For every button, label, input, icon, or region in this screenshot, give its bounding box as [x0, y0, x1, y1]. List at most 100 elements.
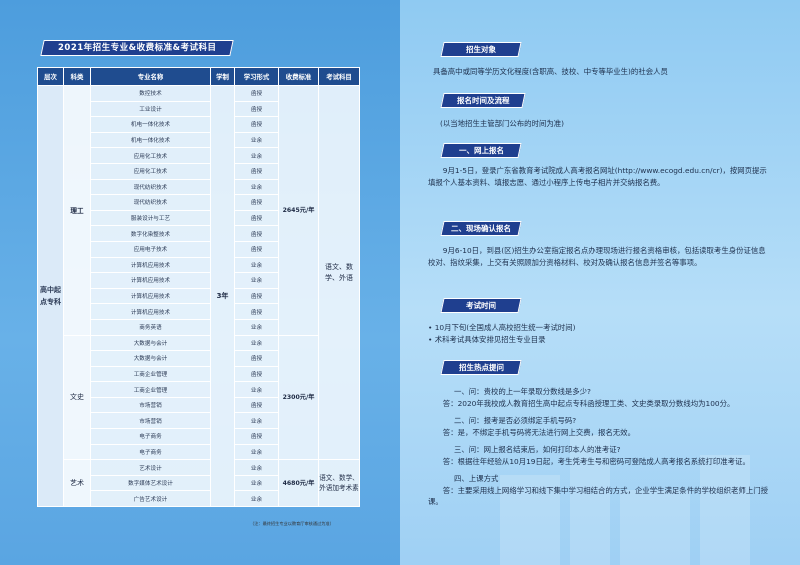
form-cell: 函授 — [234, 287, 279, 305]
table-title: 2021年招生专业&收费标准&考试科目 — [40, 40, 234, 56]
subjects-cell: 语文、数学、外语加考术素 — [318, 459, 360, 508]
category-cell: 理工 — [63, 85, 91, 336]
duration-cell: 3年 — [210, 84, 235, 508]
level-cell: 高中起点专科 — [37, 84, 64, 508]
form-cell: 函授 — [234, 225, 279, 242]
exam-item: • 术科考试具体安排见招生专业目录 — [428, 334, 546, 344]
major-cell: 电子商务 — [90, 428, 211, 445]
major-cell: 机电一体化技术 — [90, 131, 211, 149]
schedule-text: (以当地招生主管部门公布的时间为准) — [440, 119, 565, 128]
section-title-online: 一、网上报名 — [440, 143, 522, 158]
form-cell: 函授 — [234, 365, 279, 383]
subjects-cell: 语文、数学、外语 — [318, 84, 360, 461]
major-cell: 市场营销 — [90, 412, 211, 430]
header-fee: 收费标准 — [278, 67, 319, 86]
section-title-target: 招生对象 — [440, 42, 522, 57]
category-cell: 艺术 — [63, 459, 91, 508]
faq-question: 四、上课方式 — [454, 474, 499, 483]
form-cell: 函授 — [234, 162, 279, 180]
form-cell: 函授 — [234, 85, 279, 102]
faq-item: 一、问：贵校的上一年录取分数线是多少? 答：2020年我校成人教育招生高中起点专… — [428, 386, 768, 409]
form-cell: 业余 — [234, 474, 279, 492]
table-row: 高中起点专科 理工 数控技术 3年 函授 2645元/年 语文、数学、外语 — [37, 84, 360, 508]
form-cell: 业余 — [234, 381, 279, 398]
form-cell: 业余 — [234, 131, 279, 149]
faq-item: 三、问：网上报名结束后，如何打印本人的准考证? 答：根据往年经验从10月19日起… — [428, 444, 768, 467]
section-title-exam: 考试时间 — [440, 298, 522, 313]
header-category: 科类 — [63, 67, 91, 86]
faq-question: 二、问：报考是否必须绑定手机号码? — [454, 416, 577, 425]
faq-answer: 答：主要采用线上网络学习和线下集中学习相结合的方式，企业学生满足条件的学校组织老… — [428, 485, 768, 507]
major-cell: 市场营销 — [90, 396, 211, 414]
major-cell: 广告艺术设计 — [90, 490, 211, 508]
form-cell: 业余 — [234, 334, 279, 352]
online-text: 9月1-5日，登录广东省教育考试院成人高考报名网址(http://www.eco… — [428, 166, 767, 187]
fee-cell: 2645元/年 — [278, 85, 319, 336]
form-cell: 函授 — [234, 350, 279, 367]
major-cell: 计算机应用技术 — [90, 303, 211, 320]
major-cell: 数字媒体艺术设计 — [90, 474, 211, 492]
form-cell: 函授 — [234, 240, 279, 258]
form-cell: 函授 — [234, 100, 279, 118]
form-cell: 业余 — [234, 178, 279, 196]
major-cell: 工商企业管理 — [90, 365, 211, 383]
header-major: 专业名称 — [90, 67, 211, 86]
header-subjects: 考试科目 — [318, 67, 360, 86]
major-cell: 工业设计 — [90, 100, 211, 118]
table-row: 艺术 艺术设计 业余 4680元/年 语文、数学、外语加考术素 — [38, 459, 360, 508]
table-header-row: 层次 科类 专业名称 学制 学习形式 收费标准 考试科目 — [37, 67, 360, 86]
form-cell: 业余 — [234, 490, 279, 508]
major-cell: 机电一体化技术 — [90, 116, 211, 133]
major-cell: 应用电子技术 — [90, 240, 211, 258]
onsite-text: 9月6-10日，到县(区)招生办公室指定报名点办理现场进行报名资格审核，包括读取… — [428, 246, 766, 267]
major-cell: 应用化工技术 — [90, 162, 211, 180]
target-text: 具备高中或同等学历文化程度(含职高、技校、中专等毕业生)的社会人员 — [433, 67, 668, 76]
section-title-schedule: 报名时间及流程 — [440, 93, 526, 108]
major-cell: 电子商务 — [90, 443, 211, 461]
faq-answer: 答：根据往年经验从10月19日起，考生凭考生号和密码可登陆成人高考报名系统打印准… — [442, 456, 750, 466]
faq-item: 二、问：报考是否必须绑定手机号码? 答：是，不绑定手机号码将无法进行网上交费，报… — [428, 415, 768, 438]
form-cell: 函授 — [234, 194, 279, 211]
major-cell: 计算机应用技术 — [90, 256, 211, 274]
section-title-faq: 招生热点提问 — [440, 360, 522, 375]
form-cell: 函授 — [234, 396, 279, 414]
header-level: 层次 — [37, 67, 64, 86]
major-cell: 应用化工技术 — [90, 147, 211, 164]
form-cell: 业余 — [234, 443, 279, 461]
major-cell: 现代纺织技术 — [90, 178, 211, 196]
form-cell: 业余 — [234, 318, 279, 336]
major-cell: 艺术设计 — [90, 459, 211, 476]
form-cell: 业余 — [234, 256, 279, 274]
faq-answer: 答：是，不绑定手机号码将无法进行网上交费，报名无效。 — [442, 427, 635, 437]
faq-question: 三、问：网上报名结束后，如何打印本人的准考证? — [454, 445, 621, 454]
form-cell: 函授 — [234, 116, 279, 133]
majors-table: 层次 科类 专业名称 学制 学习形式 收费标准 考试科目 高中起点专科 理工 数控技… — [37, 67, 360, 508]
major-cell: 服装设计与工艺 — [90, 209, 211, 227]
fee-cell: 2300元/年 — [278, 334, 319, 461]
major-cell: 数字化染整技术 — [90, 225, 211, 242]
major-cell: 商务英语 — [90, 318, 211, 336]
table-footnote: （注：最终招生专业以教育厅审核通过为准） — [250, 521, 334, 526]
major-cell: 工商企业管理 — [90, 381, 211, 398]
major-cell: 数控技术 — [90, 85, 211, 102]
fee-cell: 4680元/年 — [278, 459, 319, 508]
header-form: 学习形式 — [234, 67, 279, 86]
table-row: 文史 大数据与会计 业余 2300元/年 — [38, 334, 360, 461]
major-cell: 现代纺织技术 — [90, 194, 211, 211]
faq-question: 一、问：贵校的上一年录取分数线是多少? — [454, 387, 591, 396]
faq-item: 四、上课方式 答：主要采用线上网络学习和线下集中学习相结合的方式，企业学生满足条… — [428, 473, 768, 508]
form-cell: 函授 — [234, 209, 279, 227]
exam-item: • 10月下旬(全国成人高校招生统一考试时间) — [428, 323, 576, 332]
exam-text: • 10月下旬(全国成人高校招生统一考试时间) • 术科考试具体安排见招生专业目… — [428, 322, 768, 345]
form-cell: 业余 — [234, 459, 279, 476]
form-cell: 业余 — [234, 272, 279, 289]
major-cell: 大数据与会计 — [90, 334, 211, 352]
form-cell: 业余 — [234, 147, 279, 164]
category-cell: 文史 — [63, 334, 91, 461]
form-cell: 函授 — [234, 428, 279, 445]
form-cell: 函授 — [234, 303, 279, 320]
faq-answer: 答：2020年我校成人教育招生高中起点专科函授理工类、文史类录取分数线均为100… — [442, 398, 735, 408]
header-duration: 学制 — [210, 67, 235, 86]
major-cell: 计算机应用技术 — [90, 272, 211, 289]
section-title-onsite: 二、现场确认报名 — [440, 221, 522, 236]
